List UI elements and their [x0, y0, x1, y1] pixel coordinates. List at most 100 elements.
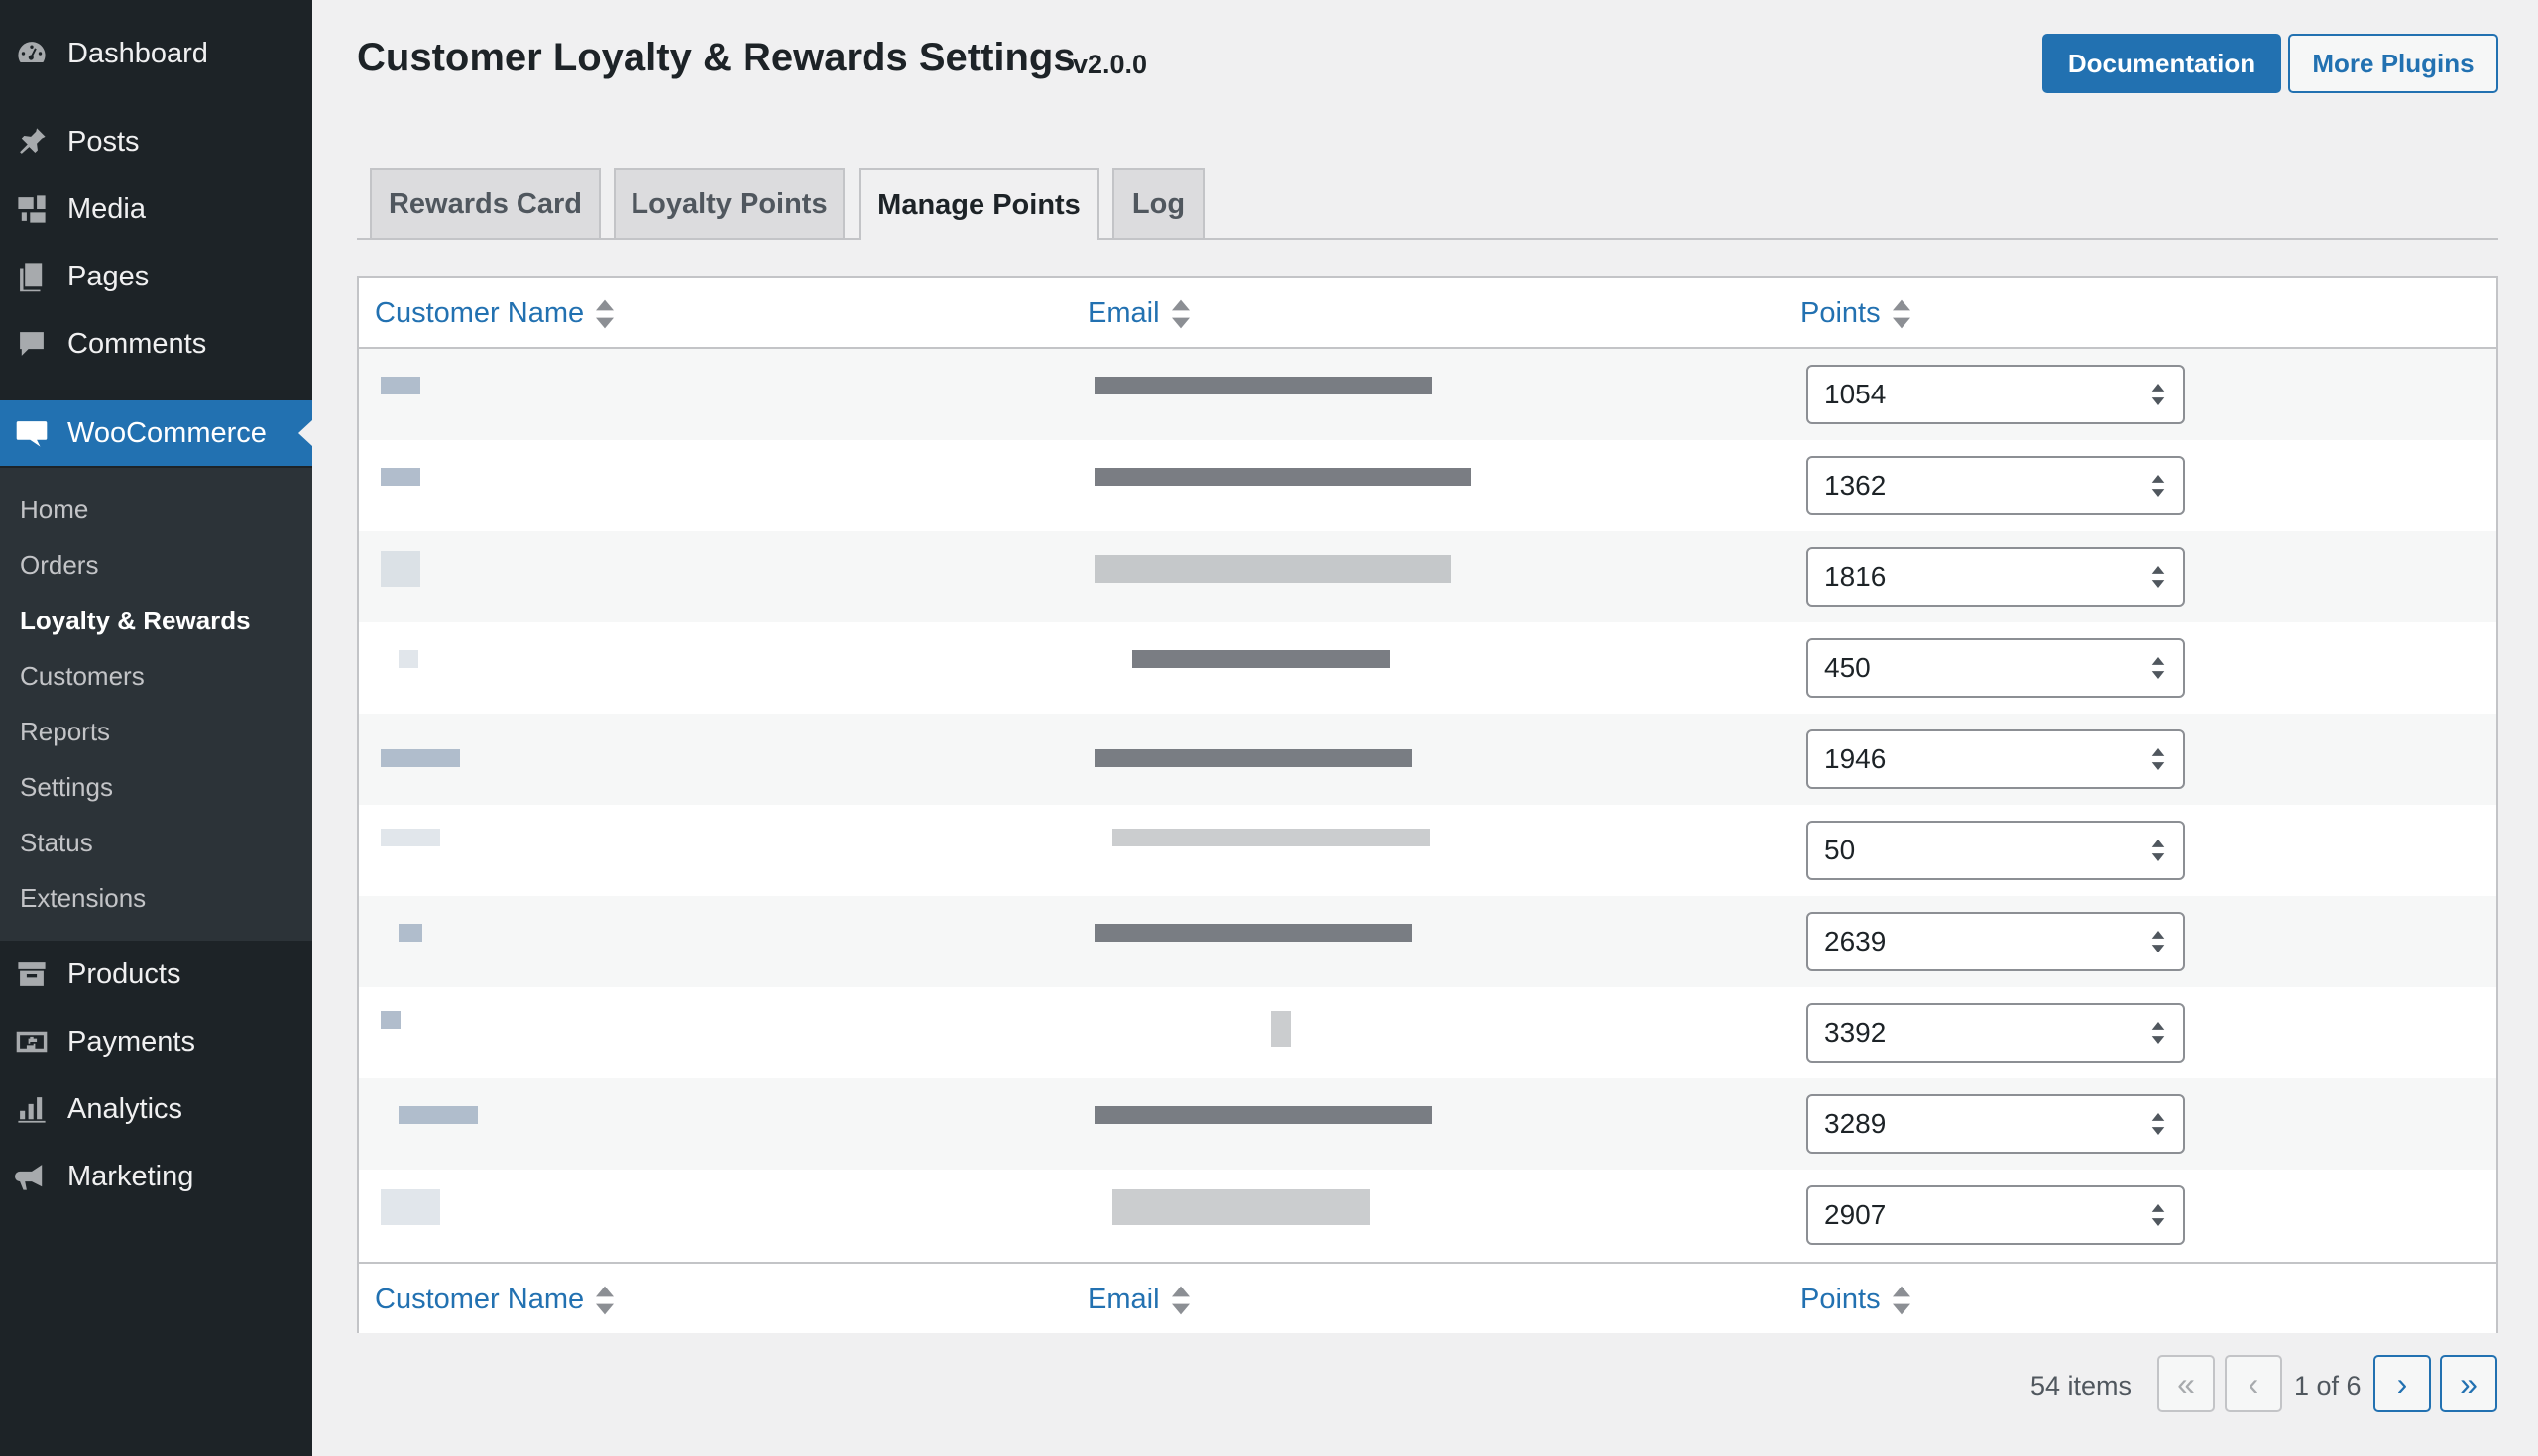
- redacted-name: [381, 551, 420, 587]
- menu-item-dashboard[interactable]: Dashboard: [0, 21, 312, 86]
- points-input[interactable]: 450: [1806, 638, 2185, 698]
- tab-manage-points[interactable]: Manage Points: [859, 168, 1099, 240]
- menu-item-payments[interactable]: Payments: [0, 1009, 312, 1074]
- column-footer-customer-name[interactable]: Customer Name: [375, 1284, 615, 1316]
- menu-item-media[interactable]: Media: [0, 176, 312, 242]
- submenu-item-status[interactable]: Status: [20, 828, 93, 858]
- redacted-email: [1112, 829, 1430, 846]
- menu-item-marketing[interactable]: Marketing: [0, 1144, 312, 1209]
- points-input[interactable]: 3392: [1806, 1003, 2185, 1063]
- spinner-icon[interactable]: [2145, 475, 2171, 497]
- redacted-email: [1095, 924, 1412, 942]
- points-input[interactable]: 1362: [1806, 456, 2185, 515]
- column-footer-points[interactable]: Points: [1800, 1284, 1910, 1316]
- submenu-item-customers[interactable]: Customers: [20, 661, 145, 692]
- media-icon: [14, 191, 50, 227]
- menu-label: Analytics: [67, 1092, 183, 1125]
- table-row: 2639: [359, 896, 2496, 987]
- menu-item-comments[interactable]: Comments: [0, 311, 312, 377]
- submenu-item-extensions[interactable]: Extensions: [20, 883, 146, 914]
- redacted-name: [381, 749, 460, 767]
- page-title: Customer Loyalty & Rewards Settings: [357, 36, 1076, 79]
- spinner-icon[interactable]: [2145, 384, 2171, 405]
- redacted-name: [381, 1011, 401, 1029]
- submenu-item-loyalty-rewards[interactable]: Loyalty & Rewards: [20, 606, 251, 636]
- redacted-email: [1095, 555, 1451, 583]
- table-row: 50: [359, 805, 2496, 896]
- next-page-button[interactable]: ›: [2373, 1355, 2431, 1412]
- documentation-button[interactable]: Documentation: [2042, 34, 2281, 93]
- redacted-email: [1095, 377, 1432, 394]
- chart-bar-icon: [14, 1091, 50, 1127]
- money-icon: [14, 1024, 50, 1060]
- spinner-icon[interactable]: [2145, 931, 2171, 952]
- menu-item-products[interactable]: Products: [0, 942, 312, 1007]
- points-input[interactable]: 50: [1806, 821, 2185, 880]
- table-row: 1946: [359, 714, 2496, 805]
- spinner-icon[interactable]: [2145, 1204, 2171, 1226]
- spinner-icon[interactable]: [2145, 566, 2171, 588]
- comment-icon: [14, 326, 50, 362]
- version-label: v2.0.0: [1073, 50, 1148, 79]
- megaphone-icon: [14, 1159, 50, 1194]
- redacted-email: [1132, 650, 1390, 668]
- redacted-name: [381, 468, 420, 486]
- column-header-customer-name[interactable]: Customer Name: [375, 297, 615, 330]
- table-row: 3289: [359, 1078, 2496, 1170]
- menu-item-pages[interactable]: Pages: [0, 244, 312, 309]
- sort-icon: [1892, 299, 1910, 329]
- spinner-icon[interactable]: [2145, 748, 2171, 770]
- points-table: Customer Name Email Points 1054 1362 181…: [357, 276, 2498, 1333]
- menu-label: Payments: [67, 1025, 195, 1058]
- menu-item-analytics[interactable]: Analytics: [0, 1076, 312, 1142]
- spinner-icon[interactable]: [2145, 1113, 2171, 1135]
- menu-item-posts[interactable]: Posts: [0, 109, 312, 174]
- submenu-item-home[interactable]: Home: [20, 495, 88, 525]
- menu-label: Products: [67, 957, 181, 990]
- spinner-icon[interactable]: [2145, 840, 2171, 861]
- table-header: Customer Name Email Points: [359, 278, 2496, 349]
- redacted-name: [381, 829, 440, 846]
- tab-log[interactable]: Log: [1112, 168, 1205, 238]
- more-plugins-button[interactable]: More Plugins: [2288, 34, 2498, 93]
- table-row: 3392: [359, 987, 2496, 1078]
- menu-label: Pages: [67, 260, 150, 292]
- tab-loyalty-points[interactable]: Loyalty Points: [614, 168, 845, 238]
- table-row: 450: [359, 622, 2496, 714]
- menu-label: Dashboard: [67, 37, 208, 69]
- redacted-email: [1271, 1011, 1291, 1047]
- points-input[interactable]: 2639: [1806, 912, 2185, 971]
- points-input[interactable]: 1054: [1806, 365, 2185, 424]
- points-input[interactable]: 3289: [1806, 1094, 2185, 1154]
- sort-icon: [596, 299, 615, 329]
- menu-label: Media: [67, 192, 146, 225]
- submenu-item-settings[interactable]: Settings: [20, 772, 113, 803]
- menu-item-woocommerce[interactable]: WooCommerce: [0, 400, 312, 466]
- admin-sidebar: Dashboard Posts Media Pages Comments Woo…: [0, 0, 312, 1456]
- points-input[interactable]: 2907: [1806, 1185, 2185, 1245]
- submenu-item-orders[interactable]: Orders: [20, 550, 98, 581]
- sort-icon: [1892, 1286, 1910, 1315]
- menu-label: Comments: [67, 327, 207, 360]
- table-row: 1054: [359, 349, 2496, 440]
- redacted-name: [381, 1189, 440, 1225]
- table-row: 1362: [359, 440, 2496, 531]
- menu-label: WooCommerce: [67, 416, 267, 449]
- spinner-icon[interactable]: [2145, 657, 2171, 679]
- submenu-item-reports[interactable]: Reports: [20, 717, 110, 747]
- table-row: 1816: [359, 531, 2496, 622]
- points-input[interactable]: 1816: [1806, 547, 2185, 607]
- redacted-email: [1095, 468, 1471, 486]
- column-header-email[interactable]: Email: [1088, 297, 1190, 330]
- table-row: 2907: [359, 1170, 2496, 1261]
- redacted-email: [1095, 1106, 1432, 1124]
- spinner-icon[interactable]: [2145, 1022, 2171, 1044]
- column-header-points[interactable]: Points: [1800, 297, 1910, 330]
- last-page-button[interactable]: »: [2440, 1355, 2497, 1412]
- current-menu-arrow: [298, 420, 312, 446]
- menu-label: Marketing: [67, 1160, 194, 1192]
- column-footer-email[interactable]: Email: [1088, 1284, 1190, 1316]
- points-input[interactable]: 1946: [1806, 729, 2185, 789]
- tabs-divider: [357, 238, 2498, 240]
- tab-rewards-card[interactable]: Rewards Card: [370, 168, 601, 238]
